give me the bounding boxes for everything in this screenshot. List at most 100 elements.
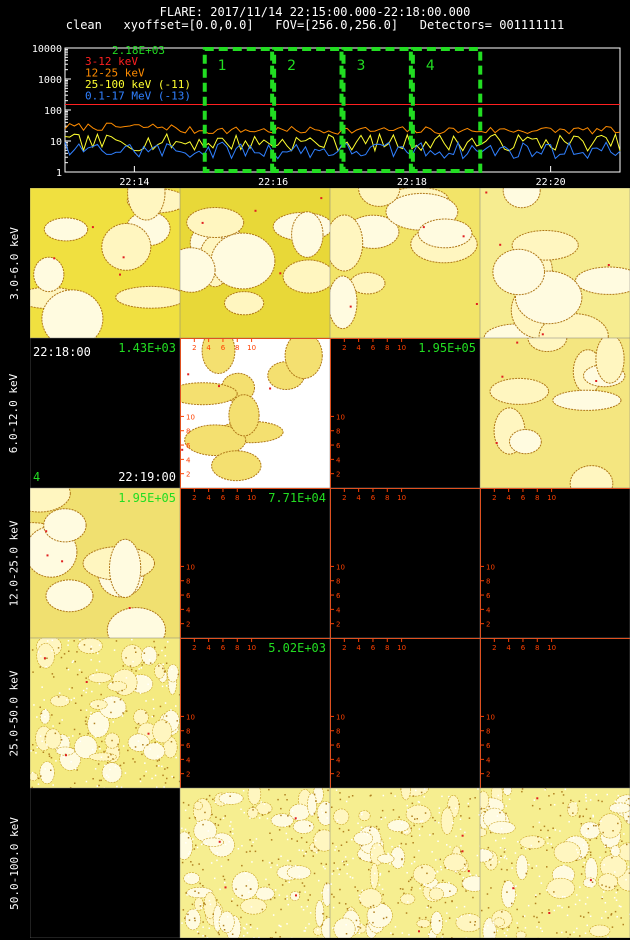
noise-speck bbox=[232, 828, 234, 830]
axis-tick-label: 8 bbox=[186, 578, 190, 586]
noise-speck bbox=[113, 701, 116, 703]
noise-speck bbox=[612, 830, 614, 832]
axis-tick-label: 10 bbox=[247, 494, 256, 502]
noise-speck bbox=[413, 860, 416, 863]
noise-speck bbox=[48, 753, 50, 755]
noise-speck bbox=[571, 875, 573, 877]
noise-speck bbox=[591, 886, 593, 888]
image-blob bbox=[183, 872, 200, 885]
axis-tick-label: 6 bbox=[371, 494, 376, 502]
lightcurve-plot: 10000100010010122:14 22:16 22:18 22:203-12 … bbox=[32, 44, 621, 188]
noise-speck bbox=[85, 677, 87, 679]
noise-speck bbox=[266, 817, 269, 820]
axis-tick-label: 8 bbox=[186, 428, 190, 436]
image-panel-svg bbox=[480, 338, 630, 488]
hot-pixel bbox=[536, 797, 539, 800]
noise-speck bbox=[533, 915, 535, 918]
noise-speck bbox=[157, 755, 159, 757]
noise-speck bbox=[359, 901, 362, 904]
noise-speck bbox=[74, 782, 76, 784]
noise-speck bbox=[104, 764, 106, 767]
noise-speck bbox=[230, 821, 232, 823]
noise-speck bbox=[182, 909, 185, 911]
axis-tick-label: 10 bbox=[397, 494, 406, 502]
noise-speck bbox=[211, 813, 213, 816]
noise-speck bbox=[212, 798, 214, 801]
noise-speck bbox=[584, 903, 587, 905]
noise-speck bbox=[436, 870, 439, 873]
noise-speck bbox=[125, 657, 127, 659]
image-panel-svg bbox=[30, 338, 180, 488]
noise-speck bbox=[197, 892, 200, 894]
noise-speck bbox=[500, 827, 503, 830]
noise-speck bbox=[135, 727, 137, 729]
noise-speck bbox=[460, 815, 462, 817]
noise-speck bbox=[449, 846, 451, 848]
noise-speck bbox=[340, 844, 343, 846]
noise-speck bbox=[483, 928, 486, 931]
noise-speck bbox=[521, 790, 523, 793]
noise-speck bbox=[110, 697, 112, 700]
noise-speck bbox=[112, 758, 114, 760]
noise-speck bbox=[277, 858, 280, 860]
noise-speck bbox=[255, 838, 258, 840]
hot-pixel bbox=[218, 385, 220, 388]
image-blob bbox=[501, 880, 516, 909]
noise-speck bbox=[373, 911, 375, 913]
noise-speck bbox=[496, 930, 499, 932]
noise-speck bbox=[379, 874, 381, 876]
noise-speck bbox=[143, 775, 145, 777]
noise-speck bbox=[195, 908, 197, 911]
noise-speck bbox=[401, 858, 403, 861]
noise-speck bbox=[67, 668, 70, 671]
noise-speck bbox=[191, 903, 194, 906]
noise-speck bbox=[288, 881, 290, 883]
noise-speck bbox=[164, 768, 166, 770]
noise-speck bbox=[96, 669, 98, 671]
noise-speck bbox=[499, 811, 501, 814]
noise-speck bbox=[592, 815, 594, 817]
noise-speck bbox=[281, 884, 284, 886]
image-blob bbox=[546, 877, 575, 899]
noise-speck bbox=[334, 849, 336, 851]
noise-speck bbox=[177, 673, 179, 676]
axis-tick-label: 10 bbox=[336, 563, 345, 571]
noise-speck bbox=[583, 861, 585, 864]
noise-speck bbox=[94, 736, 97, 738]
noise-speck bbox=[517, 926, 519, 929]
noise-speck bbox=[616, 916, 618, 918]
noise-speck bbox=[308, 923, 310, 925]
noise-speck bbox=[423, 788, 426, 790]
row-label: 25.0-50.0 keV bbox=[2, 638, 26, 788]
noise-speck bbox=[202, 926, 204, 928]
noise-speck bbox=[351, 795, 354, 797]
noise-speck bbox=[454, 807, 457, 810]
noise-speck bbox=[474, 797, 476, 799]
noise-speck bbox=[268, 861, 271, 864]
row-label: 50.0-100.0 keV bbox=[2, 788, 26, 938]
noise-speck bbox=[505, 805, 507, 807]
noise-speck bbox=[404, 831, 406, 834]
noise-speck bbox=[202, 823, 204, 826]
noise-speck bbox=[139, 778, 142, 780]
noise-speck bbox=[418, 801, 421, 803]
image-blob bbox=[154, 663, 166, 679]
noise-speck bbox=[586, 896, 589, 899]
noise-speck bbox=[80, 709, 82, 711]
noise-speck bbox=[216, 899, 218, 901]
noise-speck bbox=[562, 802, 564, 804]
noise-speck bbox=[580, 823, 583, 825]
noise-speck bbox=[477, 788, 479, 790]
noise-speck bbox=[420, 791, 423, 794]
noise-speck bbox=[122, 712, 124, 714]
noise-speck bbox=[586, 832, 588, 835]
noise-speck bbox=[467, 802, 469, 805]
noise-speck bbox=[184, 828, 187, 831]
noise-speck bbox=[527, 904, 530, 907]
noise-speck bbox=[331, 806, 333, 808]
axis-tick-label: 6 bbox=[521, 494, 526, 502]
noise-speck bbox=[458, 803, 460, 806]
noise-speck bbox=[573, 931, 575, 933]
noise-speck bbox=[231, 898, 234, 900]
noise-speck bbox=[579, 935, 581, 937]
